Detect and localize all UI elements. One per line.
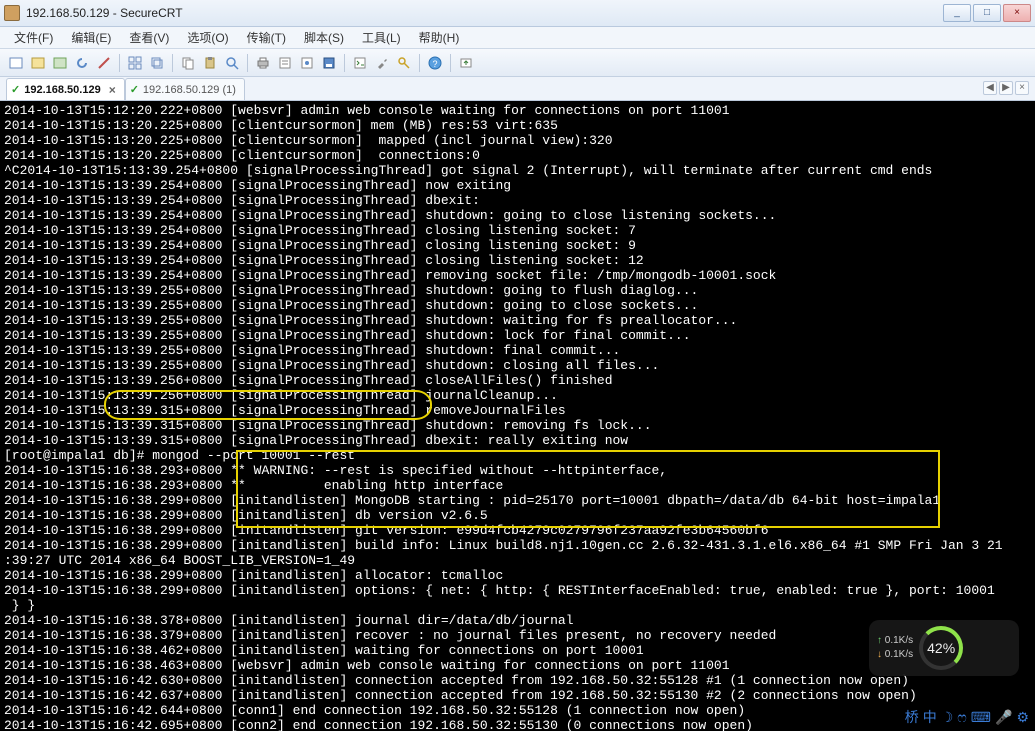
tile-cascade-icon[interactable] bbox=[147, 53, 167, 73]
copy-icon[interactable] bbox=[178, 53, 198, 73]
menu-item[interactable]: 帮助(H) bbox=[411, 27, 468, 48]
window-titlebar: 192.168.50.129 - SecureCRT _ □ × bbox=[0, 0, 1035, 27]
minimize-button[interactable]: _ bbox=[943, 4, 971, 22]
upload-rate: 0.1K/s bbox=[877, 635, 913, 647]
help-icon[interactable]: ? bbox=[425, 53, 445, 73]
maximize-button[interactable]: □ bbox=[973, 4, 1001, 22]
disconnect-icon[interactable] bbox=[94, 53, 114, 73]
tab-next-icon[interactable]: ▶ bbox=[999, 81, 1013, 95]
tray-icons: 桥中☽ෆ ⌨🎤⚙ bbox=[905, 707, 1029, 727]
window-buttons: _ □ × bbox=[943, 4, 1031, 22]
menu-item[interactable]: 选项(O) bbox=[179, 27, 236, 48]
separator-icon bbox=[450, 54, 451, 72]
tray-icon[interactable]: ☽ bbox=[941, 709, 954, 726]
paste-icon[interactable] bbox=[200, 53, 220, 73]
tools-icon[interactable] bbox=[372, 53, 392, 73]
new-session-icon[interactable] bbox=[6, 53, 26, 73]
window-title: 192.168.50.129 - SecureCRT bbox=[26, 6, 943, 20]
save-icon[interactable] bbox=[319, 53, 339, 73]
tab-label: 192.168.50.129 bbox=[24, 84, 100, 96]
menu-item[interactable]: 脚本(S) bbox=[296, 27, 352, 48]
quick-connect-icon[interactable] bbox=[28, 53, 48, 73]
tab-close-icon[interactable]: × bbox=[1015, 81, 1029, 95]
tab-status-icon: ✓ bbox=[11, 83, 20, 96]
svg-text:?: ? bbox=[432, 59, 437, 69]
app-icon bbox=[4, 5, 20, 21]
tray-icon[interactable]: ෆ bbox=[957, 709, 966, 726]
script-icon[interactable] bbox=[350, 53, 370, 73]
properties-icon[interactable] bbox=[275, 53, 295, 73]
menu-item[interactable]: 查看(V) bbox=[121, 27, 177, 48]
print-icon[interactable] bbox=[253, 53, 273, 73]
close-button[interactable]: × bbox=[1003, 4, 1031, 22]
menu-item[interactable]: 文件(F) bbox=[6, 27, 61, 48]
tray-icon[interactable]: 🎤 bbox=[995, 709, 1012, 726]
session-tab[interactable]: ✓ 192.168.50.129 (1) bbox=[125, 78, 245, 100]
options-icon[interactable] bbox=[297, 53, 317, 73]
tab-nav: ◀ ▶ × bbox=[983, 81, 1029, 95]
usage-percent: 42% bbox=[927, 640, 955, 656]
reconnect-icon[interactable] bbox=[72, 53, 92, 73]
key-icon[interactable] bbox=[394, 53, 414, 73]
menu-bar: 文件(F)编辑(E)查看(V)选项(O)传输(T)脚本(S)工具(L)帮助(H) bbox=[0, 27, 1035, 49]
connect-tab-icon[interactable] bbox=[50, 53, 70, 73]
usage-ring: 42% bbox=[919, 626, 963, 670]
separator-icon bbox=[119, 54, 120, 72]
find-icon[interactable] bbox=[222, 53, 242, 73]
tray-icon[interactable]: ⚙ bbox=[1016, 709, 1029, 726]
tray-icon[interactable]: ⌨ bbox=[971, 709, 991, 726]
system-monitor-overlay[interactable]: 0.1K/s 0.1K/s 42% bbox=[869, 620, 1019, 676]
menu-item[interactable]: 编辑(E) bbox=[63, 27, 119, 48]
tab-label: 192.168.50.129 (1) bbox=[143, 84, 236, 96]
transfer-icon[interactable] bbox=[456, 53, 476, 73]
tab-status-icon: ✓ bbox=[130, 83, 139, 96]
tab-close-icon[interactable]: × bbox=[109, 83, 116, 97]
tray-icon[interactable]: 中 bbox=[923, 707, 937, 727]
network-rates: 0.1K/s 0.1K/s bbox=[877, 635, 913, 661]
tab-bar: ✓ 192.168.50.129 × ✓ 192.168.50.129 (1) ◀ ▶ … bbox=[0, 77, 1035, 101]
menu-item[interactable]: 传输(T) bbox=[239, 27, 294, 48]
tray-icon[interactable]: 桥 bbox=[905, 707, 919, 727]
separator-icon bbox=[247, 54, 248, 72]
menu-item[interactable]: 工具(L) bbox=[354, 27, 409, 48]
tile-icon[interactable] bbox=[125, 53, 145, 73]
separator-icon bbox=[344, 54, 345, 72]
session-tab[interactable]: ✓ 192.168.50.129 × bbox=[6, 78, 125, 100]
download-rate: 0.1K/s bbox=[877, 649, 913, 661]
separator-icon bbox=[172, 54, 173, 72]
separator-icon bbox=[419, 54, 420, 72]
toolbar: ? bbox=[0, 49, 1035, 77]
tab-prev-icon[interactable]: ◀ bbox=[983, 81, 997, 95]
